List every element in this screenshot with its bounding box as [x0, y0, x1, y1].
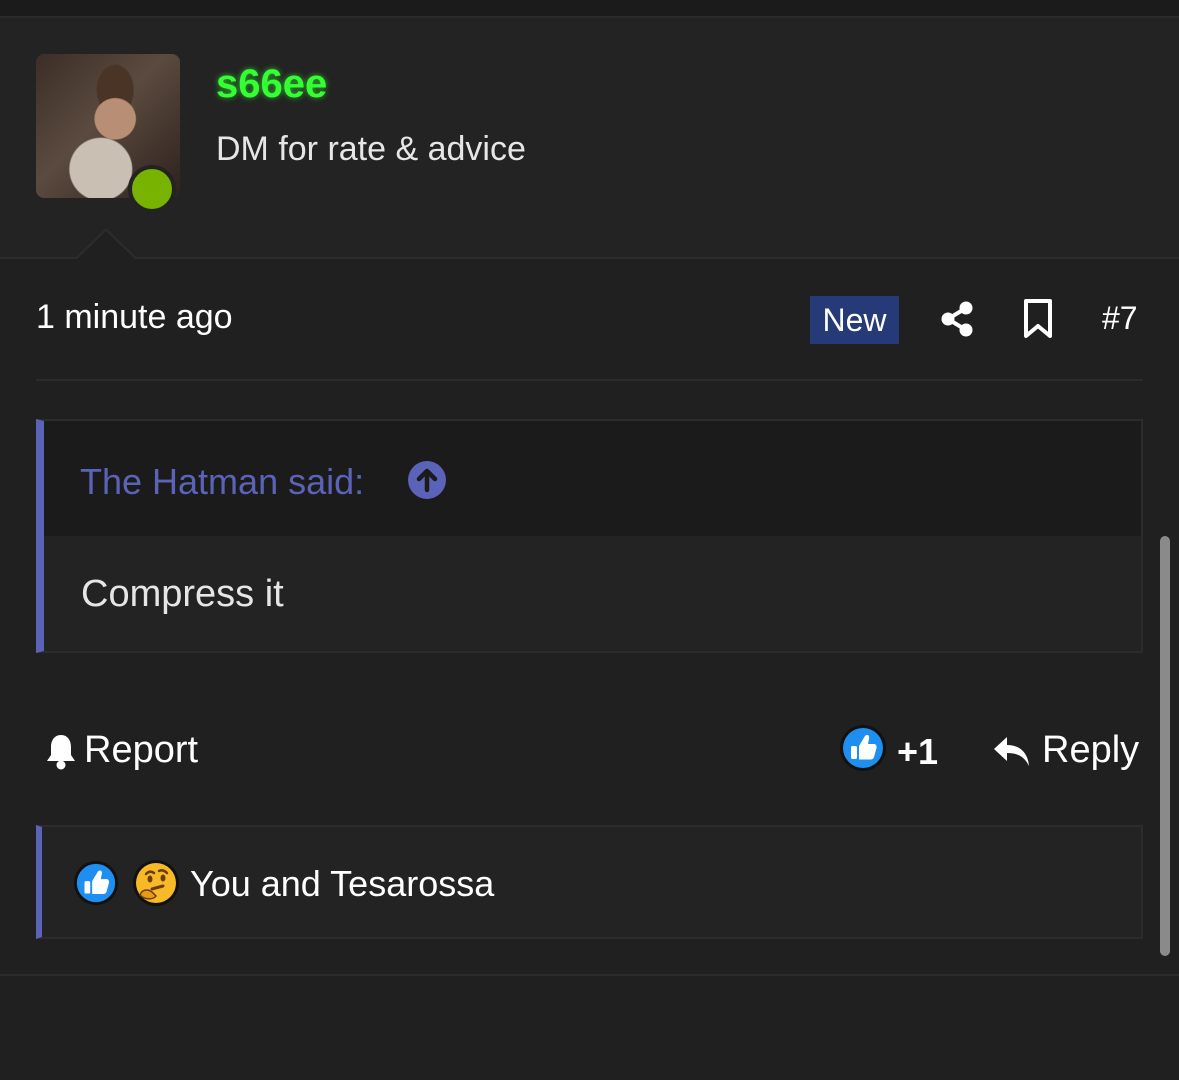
arrow-up-circle-icon[interactable] — [408, 461, 446, 499]
thumbs-up-icon[interactable] — [839, 724, 887, 772]
online-status-icon — [128, 165, 176, 213]
reply-button[interactable]: Reply — [1042, 729, 1139, 772]
reply-arrow-icon[interactable] — [992, 734, 1032, 770]
header-divider — [0, 257, 1179, 259]
bell-icon[interactable] — [44, 733, 78, 771]
reactions-bar[interactable]: You and Tesarossa — [36, 825, 1143, 939]
report-button[interactable]: Report — [84, 729, 198, 772]
post-timestamp[interactable]: 1 minute ago — [36, 298, 233, 337]
new-badge: New — [810, 296, 899, 344]
thinking-face-icon — [132, 859, 180, 907]
bookmark-icon[interactable] — [1022, 298, 1054, 340]
quote-body: Compress it — [81, 573, 284, 615]
quote-author-link[interactable]: The Hatman said: — [80, 461, 364, 503]
share-icon[interactable] — [938, 300, 976, 338]
user-title: DM for rate & advice — [216, 130, 526, 168]
thumbs-up-icon — [73, 860, 119, 906]
meta-divider — [36, 379, 1143, 381]
quote-block: The Hatman said: Compress it — [36, 419, 1143, 653]
like-count[interactable]: +1 — [897, 731, 938, 773]
username[interactable]: s66ee — [216, 62, 327, 107]
post-number-link[interactable]: #7 — [1102, 300, 1138, 337]
quote-header: The Hatman said: — [44, 421, 1141, 536]
reactions-summary[interactable]: You and Tesarossa — [190, 863, 494, 905]
footer-divider — [0, 974, 1179, 976]
scrollbar[interactable] — [1160, 536, 1170, 956]
top-strip — [0, 0, 1179, 18]
